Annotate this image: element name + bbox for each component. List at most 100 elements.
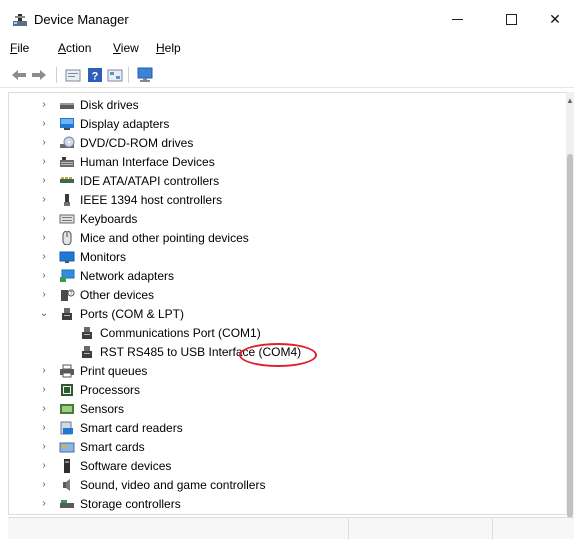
close-button[interactable]: ✕ <box>536 4 574 34</box>
tree-item-disk-drives[interactable]: › Disk drives <box>9 95 557 114</box>
menu-view-accel: V <box>113 41 121 55</box>
chevron-right-icon[interactable]: › <box>39 270 49 281</box>
chevron-right-icon[interactable]: › <box>39 441 49 452</box>
software-device-icon <box>64 458 70 473</box>
storage-controller-icon <box>60 499 74 508</box>
scan-hardware-icon <box>137 67 153 82</box>
com4-highlight-ellipse <box>239 343 317 367</box>
tree-item-sensors[interactable]: › Sensors <box>9 399 557 418</box>
tree-item-label: Display adapters <box>80 116 170 131</box>
tree-item-smart-card-readers[interactable]: › Smart card readers <box>9 418 557 437</box>
menu-view-rest: iew <box>120 41 139 55</box>
maximize-icon <box>505 13 517 25</box>
update-driver-button[interactable] <box>106 66 124 84</box>
status-bar <box>8 517 574 539</box>
forward-button[interactable] <box>30 66 48 84</box>
chevron-down-icon[interactable]: ⌄ <box>39 308 49 319</box>
port-icon <box>82 326 92 339</box>
menu-help[interactable]: Help <box>156 41 181 55</box>
back-button[interactable] <box>10 66 28 84</box>
dvd-drive-icon <box>60 136 75 148</box>
tree-item-keyboards[interactable]: › Keyboards <box>9 209 557 228</box>
chevron-right-icon[interactable]: › <box>39 251 49 262</box>
svg-text:?: ? <box>92 71 99 83</box>
chevron-right-icon[interactable]: › <box>39 99 49 110</box>
chevron-right-icon[interactable]: › <box>39 365 49 376</box>
port-icon <box>62 307 72 320</box>
update-driver-icon <box>107 69 123 82</box>
chevron-right-icon[interactable]: › <box>39 479 49 490</box>
tree-item-label: Monitors <box>80 249 127 264</box>
display-adapter-icon <box>60 117 74 130</box>
tree-item-other-devices[interactable]: › ? Other devices <box>9 285 557 304</box>
sensor-icon <box>60 403 74 414</box>
title-bar: Device Manager ✕ <box>0 0 574 36</box>
chevron-right-icon[interactable]: › <box>39 384 49 395</box>
tree-item-mice-and-other-pointing-devices[interactable]: › Mice and other pointing devices <box>9 228 557 247</box>
tree-item-label: Mice and other pointing devices <box>80 230 249 245</box>
properties-button[interactable] <box>64 66 82 84</box>
menu-help-rest: elp <box>164 41 181 55</box>
minimize-button[interactable] <box>434 4 480 34</box>
menu-bar: File Action View Help <box>0 38 574 60</box>
scroll-thumb[interactable] <box>567 154 573 518</box>
tree-item-label: Storage controllers <box>80 496 181 511</box>
port-icon <box>82 345 92 358</box>
tree-item-label: IDE ATA/ATAPI controllers <box>80 173 220 188</box>
keyboard-icon <box>59 214 75 223</box>
tree-item-monitors[interactable]: › Monitors <box>9 247 557 266</box>
window-title: Device Manager <box>34 12 129 27</box>
tree-item-ide-ata-atapi-controllers[interactable]: › IDE ATA/ATAPI controllers <box>9 171 557 190</box>
sound-icon <box>63 478 70 491</box>
printer-icon <box>60 364 74 377</box>
tree-item-communications-port-com1[interactable]: Communications Port (COM1) <box>9 323 557 342</box>
mouse-icon <box>62 230 72 245</box>
ide-controller-icon <box>60 176 74 183</box>
chevron-right-icon[interactable]: › <box>39 194 49 205</box>
monitor-icon <box>59 251 75 263</box>
menu-action-accel: A <box>58 41 67 55</box>
tree-item-label: Smart card readers <box>80 420 183 435</box>
scan-hardware-button[interactable] <box>136 66 154 84</box>
close-icon: ✕ <box>549 10 561 27</box>
ieee1394-icon <box>64 193 70 206</box>
svg-text:?: ? <box>70 291 73 297</box>
chevron-right-icon[interactable]: › <box>39 460 49 471</box>
smart-card-icon <box>59 442 75 452</box>
tree-item-processors[interactable]: › Processors <box>9 380 557 399</box>
tree-item-label: Print queues <box>80 363 148 378</box>
tree-item-human-interface-devices[interactable]: › Human Interface Devices <box>9 152 557 171</box>
menu-view[interactable]: View <box>113 41 139 55</box>
chevron-right-icon[interactable]: › <box>39 232 49 243</box>
chevron-right-icon[interactable]: › <box>39 175 49 186</box>
status-bar-divider <box>492 518 493 539</box>
tree-item-sound-video-game-controllers[interactable]: › Sound, video and game controllers <box>9 475 557 494</box>
scroll-up-arrow-icon[interactable]: ▲ <box>566 96 574 105</box>
chevron-right-icon[interactable]: › <box>39 403 49 414</box>
vertical-scrollbar[interactable]: ▲ <box>566 92 574 518</box>
chevron-right-icon[interactable]: › <box>39 118 49 129</box>
maximize-button[interactable] <box>488 4 534 34</box>
chevron-right-icon[interactable]: › <box>39 289 49 300</box>
menu-file[interactable]: File <box>10 41 29 55</box>
chevron-right-icon[interactable]: › <box>39 498 49 509</box>
help-button[interactable]: ? <box>86 66 104 84</box>
tree-item-software-devices[interactable]: › Software devices <box>9 456 557 475</box>
menu-action-rest: ction <box>66 41 92 55</box>
tree-item-network-adapters[interactable]: › Network adapters <box>9 266 557 285</box>
tree-item-display-adapters[interactable]: › Display adapters <box>9 114 557 133</box>
chevron-right-icon[interactable]: › <box>39 137 49 148</box>
chevron-right-icon[interactable]: › <box>39 422 49 433</box>
tree-item-label: Human Interface Devices <box>80 154 215 169</box>
tree-item-storage-controllers[interactable]: › Storage controllers <box>9 494 557 513</box>
chevron-right-icon[interactable]: › <box>39 213 49 224</box>
help-icon: ? <box>88 68 102 83</box>
tree-item-label: Processors <box>80 382 141 397</box>
tree-item-ieee-1394-host-controllers[interactable]: › IEEE 1394 host controllers <box>9 190 557 209</box>
tree-item-dvd-cd-rom-drives[interactable]: › DVD/CD-ROM drives <box>9 133 557 152</box>
menu-action[interactable]: Action <box>58 41 91 55</box>
toolbar-separator <box>128 67 129 83</box>
tree-item-smart-cards[interactable]: › Smart cards <box>9 437 557 456</box>
chevron-right-icon[interactable]: › <box>39 156 49 167</box>
tree-item-ports-com-lpt[interactable]: ⌄ Ports (COM & LPT) <box>9 304 557 323</box>
